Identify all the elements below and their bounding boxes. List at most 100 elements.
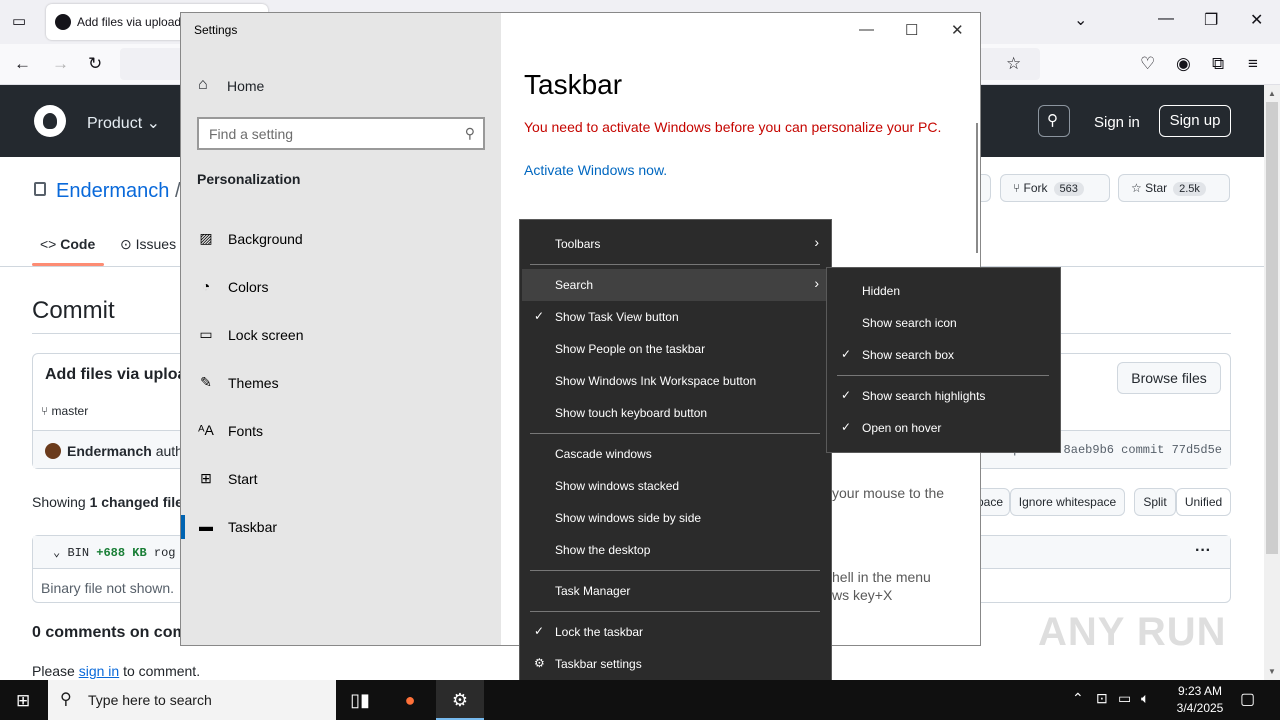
- settings-gear-icon[interactable]: ⚙: [436, 680, 484, 720]
- avatar[interactable]: [45, 443, 61, 459]
- settings-close-icon[interactable]: ✕: [951, 21, 964, 39]
- forward-icon[interactable]: →: [52, 54, 69, 74]
- menu-item-cascade[interactable]: Cascade windows: [522, 438, 829, 470]
- menu-item-side-by-side[interactable]: Show windows side by side: [522, 502, 829, 534]
- pocket-icon[interactable]: ♡: [1140, 54, 1155, 74]
- more-options-icon[interactable]: ···: [1195, 542, 1211, 560]
- activation-warning: You need to activate Windows before you …: [524, 119, 942, 135]
- menu-item-lock-taskbar[interactable]: ✓ Lock the taskbar: [522, 616, 829, 648]
- submenu-item-open-on-hover[interactable]: ✓ Open on hover: [829, 412, 1058, 444]
- github-search-button[interactable]: ⚲: [1038, 105, 1070, 137]
- fork-button[interactable]: ⑂ Fork 563: [1000, 174, 1110, 202]
- settings-scrollbar[interactable]: [976, 123, 978, 253]
- tab-code[interactable]: <> Code: [40, 236, 95, 252]
- sidebar-item-taskbar[interactable]: ▬ Taskbar: [181, 503, 501, 551]
- taskbar-search-box[interactable]: ⚲ Type here to search: [48, 680, 336, 720]
- system-clock[interactable]: 9:23 AM 3/4/2025: [1155, 683, 1245, 717]
- network-icon[interactable]: ⊡: [1096, 690, 1108, 707]
- star-button[interactable]: ☆ Star 2.5k: [1118, 174, 1230, 202]
- sign-in-comment-link[interactable]: sign in: [79, 663, 119, 679]
- menu-separator: [530, 611, 820, 612]
- chevron-down-icon: ⌄: [53, 546, 61, 560]
- search-icon: ⚲: [464, 125, 475, 141]
- sidebar-item-colors[interactable]: ◔ Colors: [181, 263, 501, 311]
- sidebar-item-start[interactable]: ⊞ Start: [181, 455, 501, 503]
- checkmark-icon: ✓: [841, 388, 852, 402]
- menu-item-toolbars[interactable]: Toolbars ›: [522, 228, 829, 260]
- windows-logo-icon: ⊞: [16, 691, 31, 710]
- back-icon[interactable]: ←: [14, 54, 31, 74]
- settings-search-input[interactable]: Find a setting ⚲: [197, 117, 485, 150]
- submenu-item-show-search-box[interactable]: ✓ Show search box: [829, 339, 1058, 371]
- minimize-icon[interactable]: —: [1158, 10, 1174, 28]
- menu-item-taskbar-settings[interactable]: ⚙ Taskbar settings: [522, 648, 829, 680]
- ignore-whitespace-button[interactable]: Ignore whitespace: [1010, 488, 1125, 516]
- settings-text-fragment-2: hell in the menu: [832, 569, 931, 585]
- list-all-tabs-icon[interactable]: ⌄: [1074, 10, 1087, 30]
- themes-icon: ✎: [200, 374, 212, 390]
- notifications-icon[interactable]: ▢: [1240, 689, 1255, 709]
- sidebar-item-themes[interactable]: ✎ Themes: [181, 359, 501, 407]
- sidebar-item-fonts[interactable]: ᴬA Fonts: [181, 407, 501, 455]
- reload-icon[interactable]: ↻: [88, 54, 102, 74]
- extensions-icon[interactable]: ⧉: [1212, 54, 1224, 74]
- sign-in-link[interactable]: Sign in: [1094, 114, 1140, 131]
- submenu-item-search-highlights[interactable]: ✓ Show search highlights: [829, 380, 1058, 412]
- menu-item-show-people[interactable]: Show People on the taskbar: [522, 333, 829, 365]
- settings-text-fragment-3: ws key+X: [832, 587, 893, 603]
- tab-list-icon[interactable]: ▭: [12, 12, 26, 30]
- menu-item-show-touch-keyboard[interactable]: Show touch keyboard button: [522, 397, 829, 429]
- palette-icon: ◔: [201, 278, 211, 294]
- sign-up-button[interactable]: Sign up: [1159, 105, 1231, 137]
- menu-item-show-desktop[interactable]: Show the desktop: [522, 534, 829, 566]
- menu-item-show-ink-workspace[interactable]: Show Windows Ink Workspace button: [522, 365, 829, 397]
- start-button[interactable]: ⊞: [0, 680, 48, 720]
- tab-code-underline: [32, 263, 104, 266]
- repo-icon: [34, 182, 46, 196]
- search-icon: ⚲: [60, 691, 72, 708]
- bookmark-star-icon[interactable]: ☆: [1006, 54, 1021, 74]
- firefox-icon[interactable]: ●: [386, 680, 434, 720]
- split-button[interactable]: Split: [1134, 488, 1176, 516]
- settings-maximize-icon[interactable]: ☐: [905, 21, 918, 39]
- file-summary[interactable]: ⌄ BIN +688 KB rog: [53, 545, 175, 560]
- menu-icon[interactable]: ≡: [1248, 54, 1258, 74]
- show-hidden-icons-icon[interactable]: ⌃: [1072, 690, 1084, 707]
- scroll-up-icon[interactable]: ▲: [1264, 86, 1280, 102]
- author-name[interactable]: Endermanch autho: [67, 443, 191, 459]
- close-icon[interactable]: ✕: [1250, 10, 1263, 30]
- volume-icon[interactable]: 🔈︎: [1141, 690, 1149, 707]
- sidebar-item-background[interactable]: ▨ Background: [181, 215, 501, 263]
- issues-icon: ⊙: [120, 236, 132, 252]
- display-icon[interactable]: ▭: [1118, 690, 1131, 707]
- product-menu[interactable]: Product ⌄: [87, 113, 160, 133]
- tab-issues[interactable]: ⊙ Issues: [120, 236, 176, 253]
- browse-files-button[interactable]: Browse files: [1117, 362, 1221, 394]
- fork-icon: ⑂: [1013, 181, 1021, 195]
- submenu-item-hidden[interactable]: Hidden: [829, 275, 1058, 307]
- branch-label[interactable]: ⑂ master: [41, 404, 88, 418]
- menu-item-search[interactable]: Search ›: [522, 269, 829, 301]
- menu-item-task-manager[interactable]: Task Manager: [522, 575, 829, 607]
- search-submenu: Hidden Show search icon ✓ Show search box…: [826, 267, 1061, 453]
- settings-minimize-icon[interactable]: —: [859, 21, 874, 38]
- sidebar-item-lock-screen[interactable]: ▭ Lock screen: [181, 311, 501, 359]
- windows-taskbar: ⊞ ⚲ Type here to search ▯▮ ● ⚙ ⌃ ⊡ ▭ 🔈︎ …: [0, 680, 1280, 720]
- checkmark-icon: ✓: [534, 624, 545, 638]
- menu-item-show-task-view[interactable]: ✓ Show Task View button: [522, 301, 829, 333]
- home-link[interactable]: Home: [227, 78, 264, 94]
- github-logo-icon[interactable]: [34, 105, 66, 137]
- clock-date: 3/4/2025: [1176, 701, 1224, 715]
- account-icon[interactable]: ◉: [1176, 54, 1191, 74]
- anyrun-watermark: ANY RUN: [1038, 610, 1227, 654]
- activate-windows-link[interactable]: Activate Windows now.: [524, 162, 667, 178]
- submenu-item-show-search-icon[interactable]: Show search icon: [829, 307, 1058, 339]
- scroll-down-icon[interactable]: ▼: [1264, 664, 1280, 680]
- task-view-icon[interactable]: ▯▮: [336, 680, 384, 720]
- unified-button[interactable]: Unified: [1176, 488, 1231, 516]
- repo-owner-link[interactable]: Endermanch /: [56, 180, 181, 203]
- scroll-thumb[interactable]: [1266, 102, 1278, 554]
- settings-title: Settings: [194, 23, 238, 37]
- menu-item-stacked[interactable]: Show windows stacked: [522, 470, 829, 502]
- restore-icon[interactable]: ❐: [1204, 10, 1218, 30]
